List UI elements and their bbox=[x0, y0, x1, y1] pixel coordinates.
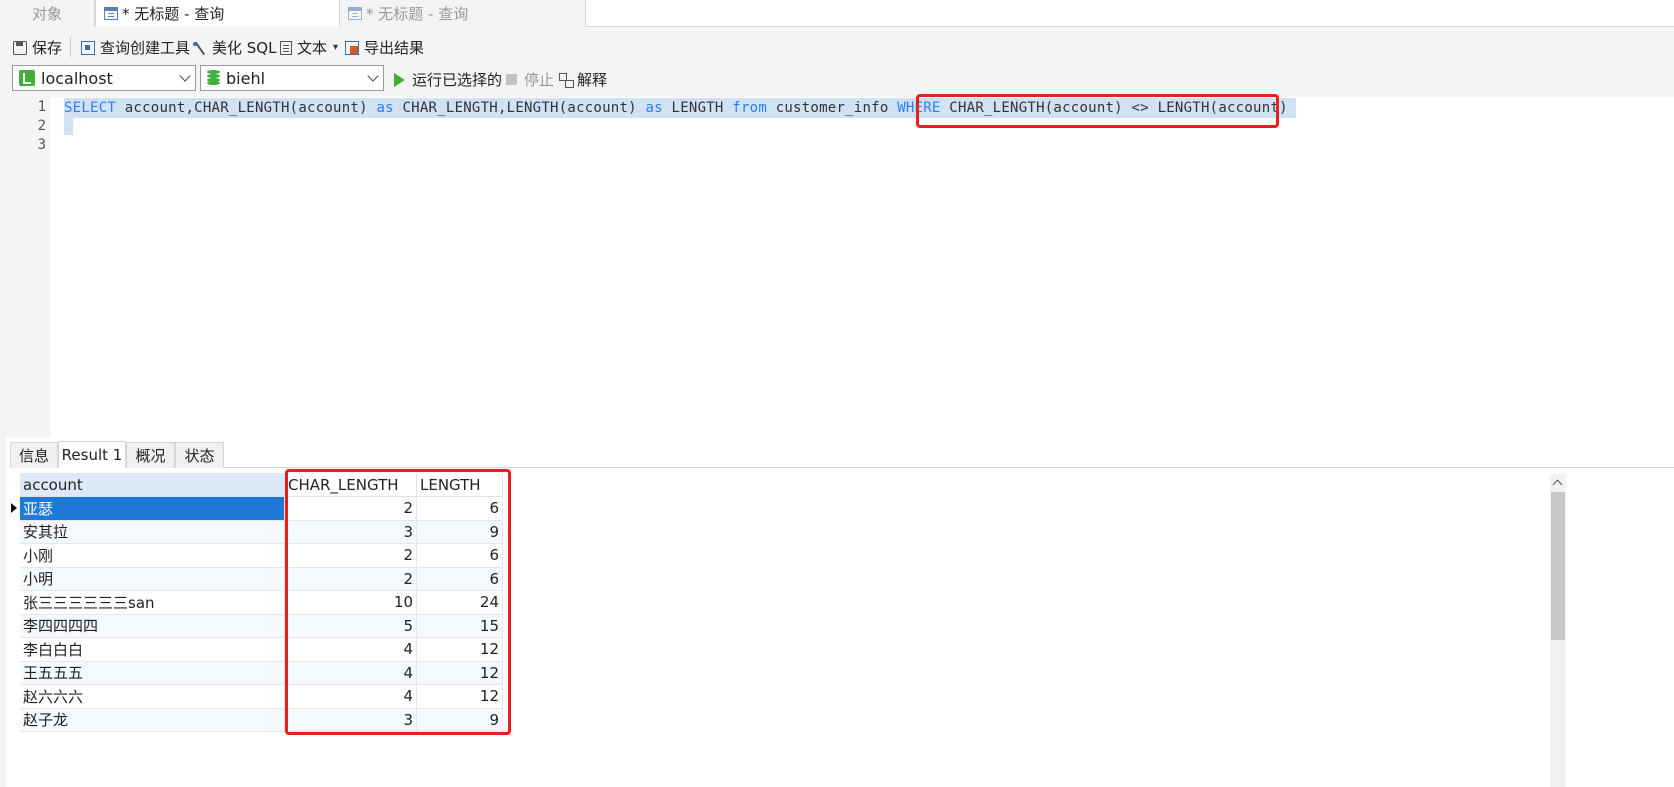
column-header-label: account bbox=[23, 475, 83, 494]
tab-status-label: 状态 bbox=[184, 447, 215, 465]
tab-query-inactive-label: * 无标题 - 查询 bbox=[366, 5, 469, 23]
sql-text: CHAR_LENGTH,LENGTH(account) bbox=[393, 100, 646, 116]
save-icon bbox=[13, 40, 27, 55]
current-row-marker-icon bbox=[11, 503, 17, 513]
cell-account[interactable]: 小刚 bbox=[20, 544, 285, 568]
cell-account[interactable]: 李白白白 bbox=[20, 638, 285, 662]
annotation-box-where-clause bbox=[916, 94, 1279, 128]
cell-account[interactable]: 亚瑟 bbox=[20, 497, 285, 521]
cell-account[interactable]: 赵子龙 bbox=[20, 708, 285, 732]
sql-text: customer_info bbox=[767, 100, 898, 116]
cell-account[interactable]: 赵六六六 bbox=[20, 685, 285, 709]
tab-info[interactable]: 信息 bbox=[10, 442, 58, 468]
tab-result-1-label: Result 1 bbox=[61, 446, 123, 464]
tab-query-active[interactable]: * 无标题 - 查询 bbox=[95, 0, 340, 27]
chevron-down-icon bbox=[367, 70, 379, 82]
sql-text: account,CHAR_LENGTH(account) bbox=[116, 100, 377, 116]
text-label: 文本 bbox=[297, 39, 328, 57]
tab-objects-label: 对象 bbox=[31, 5, 62, 23]
beautify-sql-button[interactable]: 美化 SQL bbox=[193, 37, 276, 58]
explain-label: 解释 bbox=[577, 71, 608, 89]
query-builder-button[interactable]: 查询创建工具 bbox=[81, 37, 190, 58]
tab-overview[interactable]: 概况 bbox=[126, 442, 175, 468]
line-number: 2 bbox=[37, 118, 46, 134]
column-header-account[interactable]: account bbox=[20, 473, 285, 497]
scroll-up-arrow-icon[interactable] bbox=[1550, 476, 1566, 490]
line-number: 3 bbox=[37, 137, 46, 153]
run-selected-button[interactable]: 运行已选择的 bbox=[394, 69, 502, 90]
export-icon bbox=[345, 40, 359, 55]
tab-overview-label: 概况 bbox=[135, 447, 166, 465]
tab-info-label: 信息 bbox=[18, 447, 49, 465]
connection-icon bbox=[19, 70, 35, 86]
sql-text: LENGTH bbox=[662, 100, 733, 116]
query-builder-icon bbox=[81, 40, 95, 55]
sql-keyword: from bbox=[732, 100, 768, 116]
line-number: 1 bbox=[37, 99, 46, 115]
chevron-down-icon bbox=[179, 70, 191, 82]
left-edge bbox=[0, 97, 6, 787]
query-table-icon bbox=[348, 7, 362, 20]
query-editor-window: 对象 * 无标题 - 查询 * 无标题 - 查询 保存 查询创建工具 美化 SQ… bbox=[0, 0, 1674, 787]
cell-account[interactable]: 王五五五 bbox=[20, 661, 285, 685]
caret-down-icon: ▾ bbox=[333, 42, 339, 53]
cell-account[interactable]: 小明 bbox=[20, 567, 285, 591]
tab-result-1[interactable]: Result 1 bbox=[58, 441, 126, 468]
run-selected-label: 运行已选择的 bbox=[412, 71, 503, 89]
selection-highlight bbox=[64, 117, 73, 135]
tab-query-active-label: * 无标题 - 查询 bbox=[122, 5, 225, 23]
query-table-icon bbox=[104, 7, 118, 20]
document-icon bbox=[280, 40, 292, 55]
export-results-button[interactable]: 导出结果 bbox=[345, 37, 424, 58]
tab-query-inactive[interactable]: * 无标题 - 查询 bbox=[340, 0, 586, 27]
tab-objects[interactable]: 对象 bbox=[0, 0, 95, 27]
line-number-gutter: 1 2 3 bbox=[0, 97, 50, 437]
scrollbar-thumb[interactable] bbox=[1551, 492, 1565, 640]
cell-account[interactable]: 张三三三三三三san bbox=[20, 591, 285, 615]
tab-status[interactable]: 状态 bbox=[175, 442, 224, 468]
cell-account[interactable]: 李四四四四 bbox=[20, 614, 285, 638]
annotation-box-length-columns bbox=[285, 469, 511, 735]
stop-icon bbox=[506, 74, 517, 85]
database-select[interactable]: biehl bbox=[200, 65, 384, 91]
explain-icon bbox=[559, 72, 574, 88]
cell-account[interactable]: 安其拉 bbox=[20, 520, 285, 544]
query-builder-label: 查询创建工具 bbox=[100, 39, 191, 57]
sql-keyword: as bbox=[376, 100, 394, 116]
stop-label: 停止 bbox=[524, 71, 555, 89]
database-value: biehl bbox=[226, 68, 266, 88]
stop-button[interactable]: 停止 bbox=[506, 69, 554, 90]
result-tab-bar bbox=[10, 442, 1674, 468]
magic-wand-icon bbox=[193, 41, 207, 55]
save-label: 保存 bbox=[32, 39, 63, 57]
database-icon bbox=[207, 70, 220, 86]
sql-keyword: as bbox=[645, 100, 663, 116]
save-button[interactable]: 保存 bbox=[13, 37, 62, 58]
play-icon bbox=[394, 72, 405, 87]
sql-keyword: SELECT bbox=[64, 100, 117, 116]
connection-select[interactable]: localhost bbox=[12, 65, 196, 91]
connection-value: localhost bbox=[41, 68, 113, 88]
toolbar-divider bbox=[70, 37, 71, 57]
text-dropdown-button[interactable]: 文本 ▾ bbox=[280, 37, 338, 58]
export-results-label: 导出结果 bbox=[364, 39, 425, 57]
explain-button[interactable]: 解释 bbox=[559, 69, 607, 90]
beautify-sql-label: 美化 SQL bbox=[212, 39, 277, 57]
sql-editor[interactable] bbox=[0, 97, 1674, 437]
